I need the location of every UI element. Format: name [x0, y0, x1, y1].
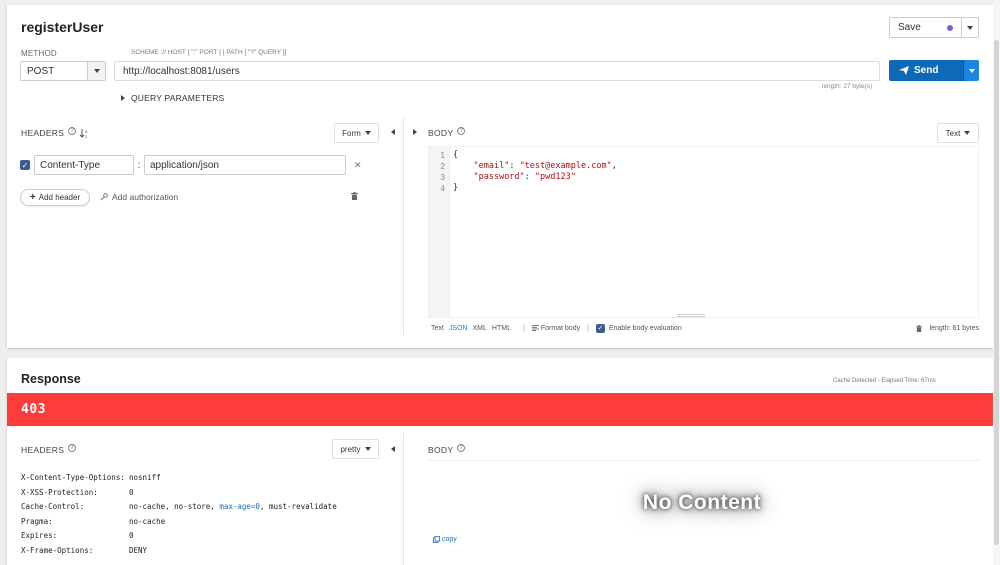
copy-link[interactable]: copy	[433, 536, 457, 543]
response-headers-mode-dropdown[interactable]: pretty	[332, 439, 379, 459]
help-icon[interactable]: ?	[68, 443, 77, 452]
sort-az-icon[interactable]: AZ	[80, 128, 89, 138]
json-string: "pwd123"	[534, 172, 576, 182]
code-line: "email": "test@example.com",	[473, 161, 617, 171]
add-authorization-label: Add authorization	[112, 191, 179, 202]
chevron-down-icon	[364, 131, 371, 135]
response-headers-mode-value: pretty	[340, 444, 361, 454]
code-line: {	[453, 150, 459, 160]
save-dropdown-button[interactable]	[962, 25, 978, 30]
response-timing: Cache Detected - Elapsed Time: 67ms	[833, 378, 936, 384]
no-content-placeholder: No Content	[642, 491, 762, 514]
chevron-down-icon	[364, 447, 371, 451]
plus-icon: +	[29, 192, 36, 203]
method-select[interactable]: POST	[20, 61, 106, 81]
scheme-label: SCHEME :// HOST [ ":" PORT ] [ PATH [ "?…	[131, 49, 287, 56]
request-card: registerUser Save METHOD SCHEME :// HOST…	[7, 5, 993, 348]
response-body-title: BODY ?	[428, 443, 466, 455]
json-string: "test@example.com"	[519, 161, 612, 171]
chevron-down-icon	[93, 69, 100, 73]
headers-mode-dropdown[interactable]: Form	[334, 123, 379, 143]
editor-resize-handle[interactable]	[677, 314, 705, 317]
format-body-button[interactable]: Format body	[531, 324, 581, 332]
response-card: Response Cache Detected - Elapsed Time: …	[7, 358, 993, 565]
body-mode-value: Text	[945, 128, 961, 138]
header-name-input[interactable]: Content-Type	[34, 155, 134, 175]
body-evaluation-checkbox[interactable]: ✓	[595, 323, 605, 333]
response-title: Response	[21, 372, 81, 386]
expand-right-icon[interactable]	[413, 129, 417, 135]
help-icon[interactable]: ?	[457, 126, 466, 135]
chevron-down-icon	[967, 25, 973, 30]
request-title[interactable]: registerUser	[21, 19, 104, 35]
line-number: 2	[440, 162, 445, 171]
body-title: BODY	[428, 128, 454, 138]
format-html[interactable]: HTML	[492, 325, 511, 332]
svg-text:Z: Z	[85, 134, 88, 138]
body-length: length: 61 bytes	[929, 324, 979, 332]
body-evaluation-label: Enable body evaluation	[608, 324, 682, 332]
copy-icon	[433, 536, 440, 543]
query-parameters-label: QUERY PARAMETERS	[131, 93, 225, 103]
collapse-left-icon[interactable]	[391, 129, 395, 135]
format-json[interactable]: JSON	[449, 325, 468, 332]
code-line: }	[453, 183, 459, 193]
trash-icon[interactable]	[915, 324, 922, 332]
headers-section-title: HEADERS ? AZ	[21, 126, 89, 138]
scrollbar-thumb[interactable]	[994, 40, 999, 545]
add-header-label: Add header	[38, 193, 81, 202]
send-dropdown-button[interactable]	[963, 60, 979, 81]
collapse-left-icon[interactable]	[391, 446, 395, 452]
response-headers-title: HEADERS ?	[21, 443, 77, 455]
code-line: "password": "pwd123"	[473, 172, 576, 182]
chevron-down-icon	[964, 131, 971, 135]
status-code: 403	[21, 402, 46, 417]
unsaved-dot-icon	[947, 24, 953, 31]
format-body-label: Format body	[540, 324, 581, 332]
line-number: 1	[440, 151, 445, 160]
page-scrollbar[interactable]	[993, 0, 1000, 565]
send-button[interactable]: Send	[889, 60, 979, 81]
url-length: length: 27 byte(s)	[822, 83, 873, 90]
trash-icon[interactable]	[351, 192, 358, 200]
copy-label: copy	[442, 536, 457, 543]
align-left-icon	[531, 325, 539, 331]
add-authorization-link[interactable]: Add authorization	[100, 188, 178, 205]
header-value-input[interactable]: application/json	[144, 155, 346, 175]
help-icon[interactable]: ?	[457, 443, 466, 452]
send-label: Send	[914, 65, 939, 76]
response-headers-label: HEADERS	[21, 445, 65, 455]
method-label: METHOD	[21, 49, 57, 58]
format-xml[interactable]: XML	[473, 325, 487, 332]
headers-title: HEADERS	[21, 128, 65, 138]
line-gutter: 1 2 3 4	[429, 147, 450, 317]
body-mode-dropdown[interactable]: Text	[937, 123, 979, 143]
json-key: "email"	[473, 161, 510, 171]
add-header-button[interactable]: + Add header	[20, 189, 90, 206]
url-input[interactable]: http://localhost:8081/users	[114, 61, 880, 81]
help-icon[interactable]: ?	[68, 126, 77, 135]
body-editor[interactable]: 1 2 3 4 { "email": "test@example.com", "…	[428, 146, 979, 318]
header-row: ✓ Content-Type : application/json ✕	[20, 155, 362, 175]
send-icon	[899, 66, 909, 75]
format-text[interactable]: Text	[431, 325, 444, 332]
save-button[interactable]: Save	[889, 17, 979, 38]
status-bar: 403	[7, 393, 993, 426]
line-number: 4	[440, 184, 445, 193]
body-toolbar: Text JSON XML HTML | Format body | ✓ Ena…	[431, 323, 979, 333]
response-body-label: BODY	[428, 445, 454, 455]
header-enabled-checkbox[interactable]: ✓	[20, 160, 30, 170]
remove-header-icon[interactable]: ✕	[354, 160, 362, 171]
body-section-title: BODY ?	[428, 126, 466, 138]
save-label: Save	[898, 22, 921, 33]
method-value: POST	[27, 65, 55, 77]
headers-mode-value: Form	[342, 128, 361, 138]
json-key: "password"	[473, 172, 525, 182]
chevron-right-icon	[121, 95, 125, 101]
key-icon	[100, 192, 108, 201]
line-number: 3	[440, 173, 445, 182]
query-parameters-toggle[interactable]: QUERY PARAMETERS	[121, 93, 224, 103]
chevron-down-icon	[968, 68, 975, 73]
